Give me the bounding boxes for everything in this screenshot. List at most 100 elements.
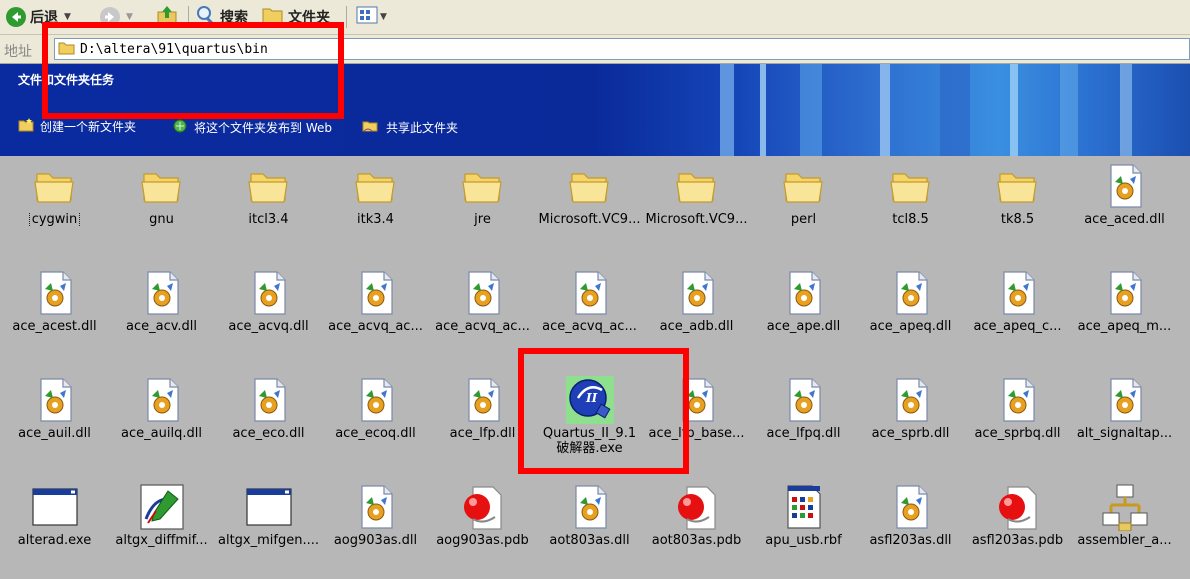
file-item[interactable]: alt_signaltap... (1071, 372, 1178, 472)
search-label: 搜索 (220, 10, 248, 26)
folder-icon (459, 162, 507, 210)
file-item[interactable]: ace_eco.dll (215, 372, 322, 472)
file-item[interactable]: ace_aced.dll (1071, 158, 1178, 258)
file-item[interactable]: asfl203as.dll (857, 479, 964, 579)
file-name: jre (474, 212, 491, 227)
file-item[interactable]: apu_usb.rbf (750, 479, 857, 579)
file-item[interactable]: ace_lfp_base... (643, 372, 750, 472)
address-label: 地址 (4, 44, 32, 60)
file-item[interactable]: ace_sprb.dll (857, 372, 964, 472)
folder-icon (138, 162, 186, 210)
file-item[interactable]: ace_acvq_ac... (429, 265, 536, 365)
file-item[interactable]: jre (429, 158, 536, 258)
file-name: Microsoft.VC9... (645, 212, 748, 227)
dll-icon (887, 376, 935, 424)
address-input[interactable]: D:\altera\91\quartus\bin (54, 38, 1190, 60)
file-item[interactable]: asfl203as.pdb (964, 479, 1071, 579)
file-item[interactable]: ace_auil.dll (1, 372, 108, 472)
file-item[interactable]: alterad.exe (1, 479, 108, 579)
file-item[interactable]: ace_auilq.dll (108, 372, 215, 472)
file-item[interactable]: Microsoft.VC9... (536, 158, 643, 258)
file-name: tcl8.5 (892, 212, 929, 227)
file-item[interactable]: ace_apeq.dll (857, 265, 964, 365)
file-item[interactable]: ace_acvq.dll (215, 265, 322, 365)
file-name: ace_acvq_ac... (435, 319, 530, 334)
file-item[interactable]: ace_lfpq.dll (750, 372, 857, 472)
back-arrow-icon (6, 7, 26, 27)
pdb-icon (673, 483, 721, 531)
file-name: Quartus_II_9.1 破解器.exe (542, 426, 637, 456)
file-item[interactable]: tk8.5 (964, 158, 1071, 258)
banner-decoration (1010, 64, 1018, 156)
back-button[interactable]: 后退 ▼ (6, 6, 71, 28)
file-item[interactable]: altgx_diffmif... (108, 479, 215, 579)
file-name: ace_eco.dll (232, 426, 305, 441)
file-name: ace_ape.dll (766, 319, 841, 334)
file-name: ace_apeq_m... (1077, 319, 1172, 334)
file-item[interactable]: aog903as.pdb (429, 479, 536, 579)
file-name: ace_acvq.dll (228, 319, 309, 334)
file-item[interactable]: ace_apeq_c... (964, 265, 1071, 365)
file-item[interactable]: aog903as.dll (322, 479, 429, 579)
window-exe-icon (31, 483, 79, 531)
new-folder-icon (18, 118, 34, 135)
file-item[interactable]: ace_acv.dll (108, 265, 215, 365)
file-item[interactable]: altgx_mifgen.... (215, 479, 322, 579)
folder-icon (994, 162, 1042, 210)
file-name: ace_sprb.dll (871, 426, 950, 441)
folder-tasks-panel: 文件和文件夹任务 创建一个新文件夹 将这个文件夹发布到 Web 共享此文件夹 (0, 64, 1190, 156)
file-item[interactable]: ace_apeq_m... (1071, 265, 1178, 365)
up-folder-button[interactable] (156, 6, 178, 28)
file-item[interactable]: ace_sprbq.dll (964, 372, 1071, 472)
file-name: ace_ecoq.dll (335, 426, 416, 441)
chevron-down-icon[interactable]: ▼ (380, 12, 387, 22)
tasks-title: 文件和文件夹任务 (18, 73, 115, 87)
chevron-down-icon[interactable]: ▼ (64, 12, 71, 22)
chevron-down-icon[interactable]: ▼ (126, 12, 133, 22)
dll-icon (245, 269, 293, 317)
task-new-folder[interactable]: 创建一个新文件夹 (18, 118, 136, 135)
file-item[interactable]: ace_acest.dll (1, 265, 108, 365)
folders-button[interactable]: 文件夹 (262, 6, 330, 28)
banner-decoration (880, 64, 890, 156)
file-item[interactable]: assembler_a... (1071, 479, 1178, 579)
svg-text:II: II (585, 391, 598, 405)
file-item[interactable]: gnu (108, 158, 215, 258)
file-item[interactable]: perl (750, 158, 857, 258)
file-item[interactable]: tcl8.5 (857, 158, 964, 258)
file-name: ace_lfpq.dll (766, 426, 841, 441)
dll-icon (1101, 162, 1149, 210)
file-item[interactable]: ace_adb.dll (643, 265, 750, 365)
file-name: altgx_mifgen.... (218, 533, 319, 548)
file-item[interactable]: cygwin (1, 158, 108, 258)
file-item[interactable]: ace_ape.dll (750, 265, 857, 365)
search-button[interactable]: 搜索 (196, 6, 248, 28)
file-item[interactable]: Microsoft.VC9... (643, 158, 750, 258)
folder-icon (352, 162, 400, 210)
file-item[interactable]: aot803as.dll (536, 479, 643, 579)
forward-button[interactable]: ▼ (100, 6, 133, 28)
file-item[interactable]: II Quartus_II_9.1 破解器.exe (536, 372, 643, 472)
dll-icon (138, 269, 186, 317)
views-button[interactable]: ▼ (356, 6, 387, 28)
banner-decoration (760, 64, 766, 156)
file-item[interactable]: itcl3.4 (215, 158, 322, 258)
task-publish-web[interactable]: 将这个文件夹发布到 Web (172, 118, 332, 137)
dll-icon (780, 376, 828, 424)
file-name: ace_apeq_c... (973, 319, 1062, 334)
file-name: assembler_a... (1077, 533, 1172, 548)
file-item[interactable]: ace_lfp.dll (429, 372, 536, 472)
dll-icon (994, 376, 1042, 424)
dll-icon (780, 269, 828, 317)
dll-icon (459, 269, 507, 317)
task-share-folder[interactable]: 共享此文件夹 (362, 118, 458, 137)
file-item[interactable]: ace_acvq_ac... (536, 265, 643, 365)
banner-decoration (800, 64, 822, 156)
file-name: gnu (149, 212, 174, 227)
file-name: apu_usb.rbf (765, 533, 842, 548)
file-item[interactable]: itk3.4 (322, 158, 429, 258)
file-item[interactable]: ace_acvq_ac... (322, 265, 429, 365)
file-item[interactable]: ace_ecoq.dll (322, 372, 429, 472)
file-name: ace_acvq_ac... (328, 319, 423, 334)
file-item[interactable]: aot803as.pdb (643, 479, 750, 579)
